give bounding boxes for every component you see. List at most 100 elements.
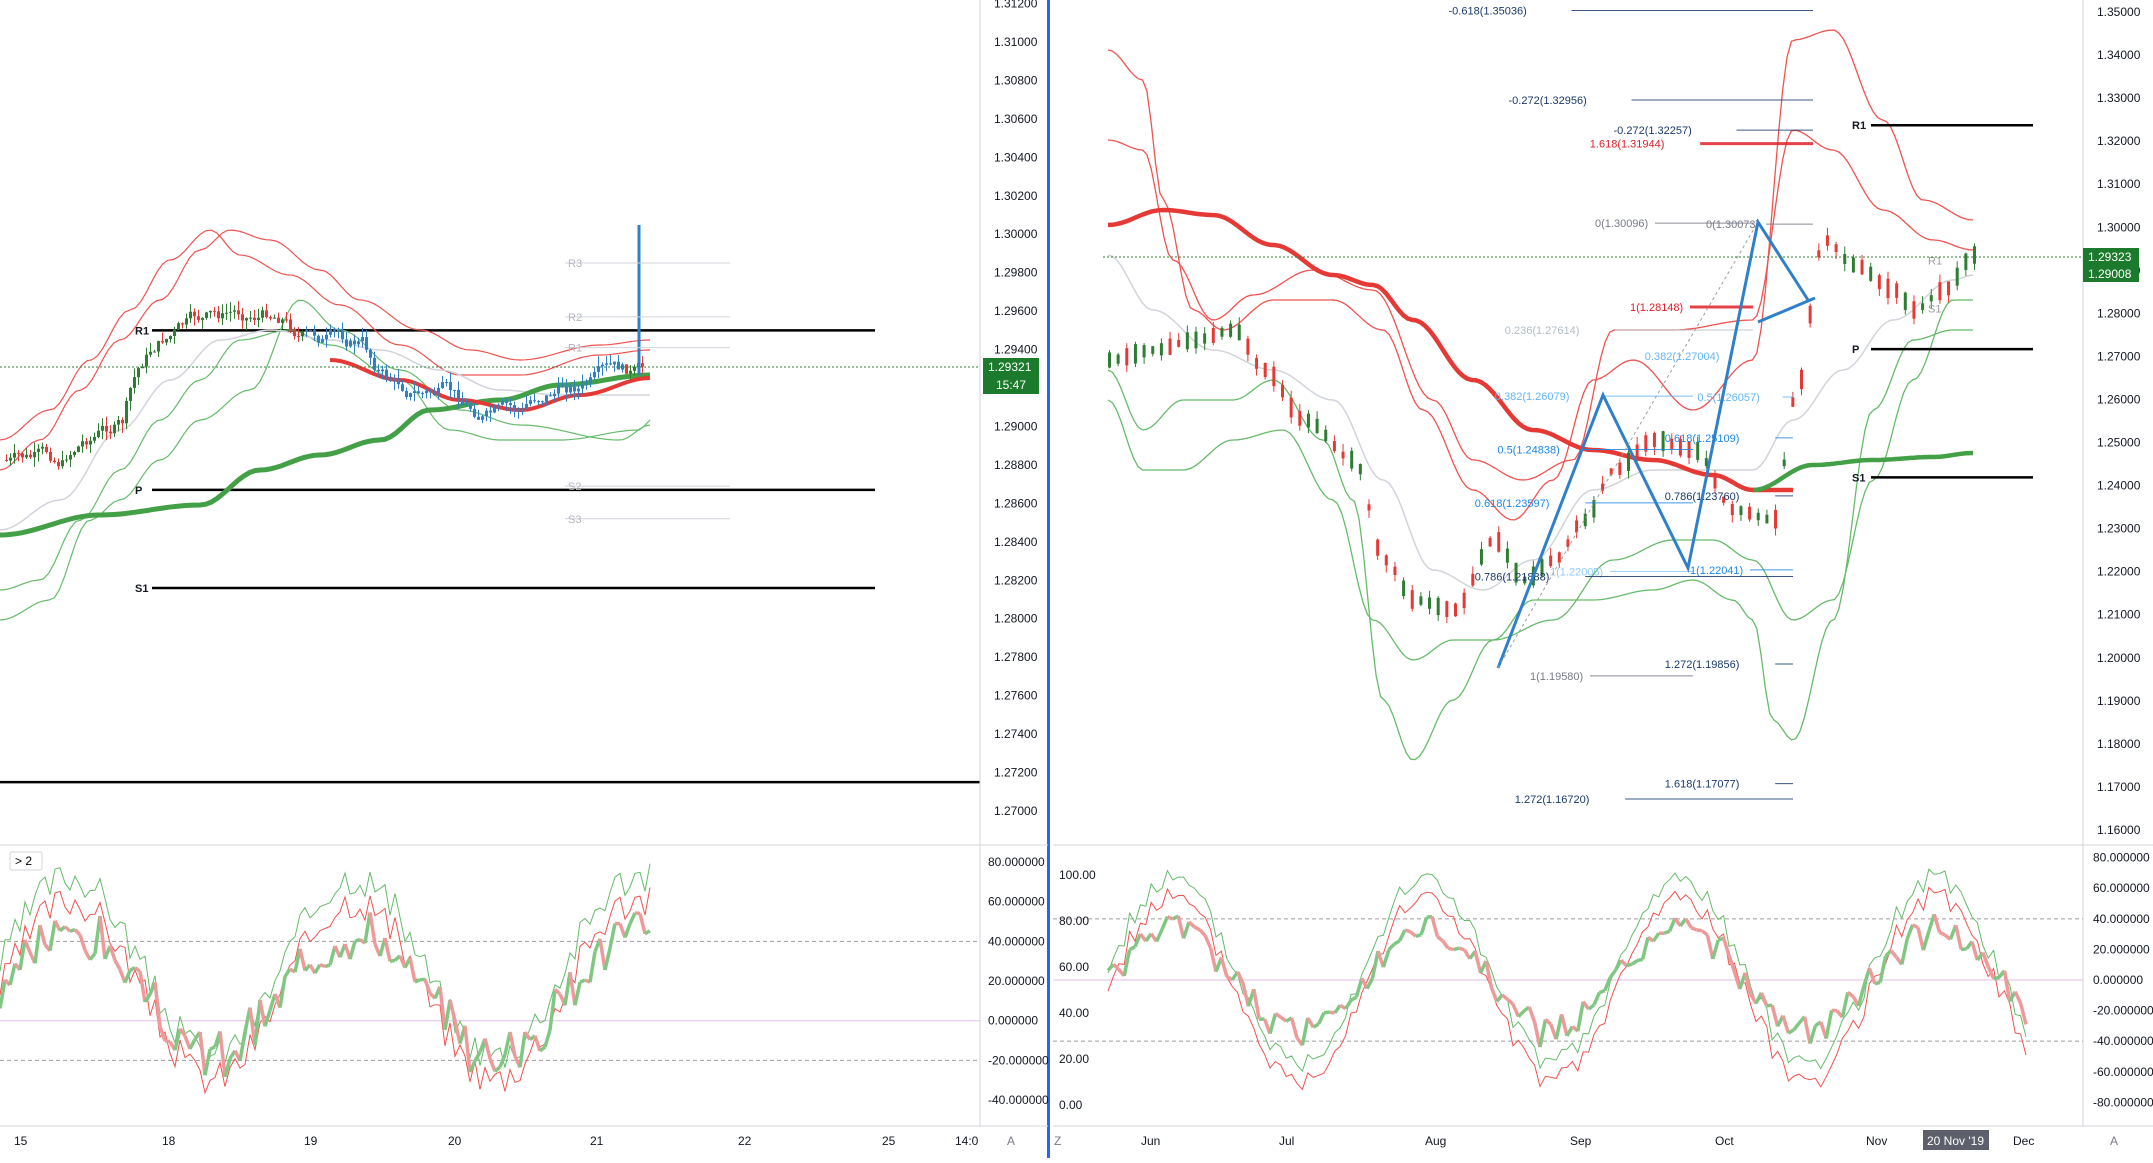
left-chart-pane[interactable]: R1PS1 R3R2R1S2S3 1.312001.310001.308001.… [0, 0, 1050, 1158]
right-osc-main [1783, 1016, 1788, 1033]
left-candle-body [289, 320, 292, 330]
right-chart-pane[interactable]: -0.618(1.35036)-0.272(1.32956)-0.272(1.3… [1053, 0, 2153, 1158]
left-time-axis[interactable]: 1518192021222514:0 [14, 1134, 979, 1148]
right-osc-right-tick: -40.000000 [2093, 1034, 2153, 1048]
left-price-axis[interactable]: 1.312001.310001.308001.306001.304001.302… [980, 0, 1038, 1126]
right-osc-main [1994, 977, 1999, 978]
left-candle-body [129, 388, 132, 401]
right-osc-main [1335, 1005, 1340, 1013]
right-candle-body [1385, 555, 1388, 565]
left-candle-body [461, 401, 464, 405]
left-osc-main [240, 1032, 245, 1061]
right-osc-main [1200, 930, 1205, 936]
right-candle-body [1117, 355, 1120, 364]
left-candle-body [245, 318, 248, 320]
right-osc-main [1389, 944, 1394, 950]
left-osc-main [175, 1029, 180, 1050]
right-osc-main [1502, 995, 1507, 999]
left-time-tick: 25 [882, 1134, 896, 1148]
left-candle-body [33, 452, 36, 457]
right-fib-label: 1(1.19580) [1530, 671, 1583, 683]
left-osc-badge[interactable]: > 2 [10, 852, 42, 870]
left-osc-main [390, 960, 395, 961]
right-osc-main [1167, 917, 1172, 919]
right-osc-axes[interactable]: 100.0080.0060.0040.0020.000.0080.0000006… [1059, 851, 2153, 1112]
left-candle-body [561, 385, 564, 387]
left-osc-main [255, 1000, 260, 1045]
left-osc-main [315, 965, 320, 974]
left-osc-axis[interactable]: 80.00000060.00000040.00000020.0000000.00… [988, 855, 1049, 1107]
left-candle-body [469, 405, 472, 409]
right-pivot-label: S1 [1852, 472, 1865, 484]
right-candle-body [1342, 452, 1345, 459]
right-fib-label: -0.618(1.35036) [1449, 5, 1527, 17]
left-candle-body [417, 391, 420, 393]
right-osc-main [1664, 931, 1669, 933]
left-osc-main [25, 940, 30, 952]
right-candle-body [1497, 532, 1500, 552]
right-fib-label: 0.382(1.27004) [1645, 351, 1720, 363]
left-time-tick: 22 [738, 1134, 752, 1148]
left-osc-main [535, 1036, 540, 1051]
left-candle-body [45, 447, 48, 452]
left-osc-main [440, 987, 445, 1030]
left-candle-body [293, 329, 296, 336]
right-osc-main [1400, 930, 1405, 941]
right-osc-main [1637, 959, 1642, 960]
left-candle-body [117, 420, 120, 425]
right-candle-body [1791, 397, 1794, 407]
right-osc-main [1162, 917, 1167, 930]
left-price-tick: 1.31000 [994, 35, 1038, 49]
left-time-axis-mode[interactable]: A [1007, 1134, 1015, 1148]
right-fib-label: 0.5(1.26057) [1697, 392, 1759, 404]
right-candle-body [1151, 346, 1154, 354]
left-candle-body [465, 405, 468, 406]
left-osc-main [200, 1032, 205, 1075]
right-osc-main [1691, 928, 1696, 930]
left-candle-body [573, 387, 576, 392]
left-chart-svg[interactable]: R1PS1 R3R2R1S2S3 1.312001.310001.308001.… [0, 0, 1050, 1158]
right-price-tick: 1.17000 [2097, 780, 2141, 794]
right-price-tick: 1.21000 [2097, 608, 2141, 622]
left-candle-body [149, 352, 152, 355]
right-zoom-button[interactable]: Z [1054, 1134, 1061, 1148]
left-candles [5, 225, 644, 470]
right-osc-main [1599, 991, 1604, 993]
right-osc-main [1972, 942, 1977, 961]
right-osc-main [1940, 932, 1945, 935]
left-candle-body [25, 455, 28, 458]
left-price-tick: 1.27200 [994, 766, 1038, 780]
left-candle-body [497, 405, 500, 408]
right-candle-body [1264, 363, 1267, 377]
left-bands [0, 230, 650, 620]
right-osc-main [1513, 1004, 1518, 1016]
left-osc-main [495, 1067, 500, 1071]
right-time-axis-mode[interactable]: A [2110, 1134, 2118, 1148]
right-candle-body [1757, 513, 1760, 521]
right-candle-body [1316, 419, 1319, 433]
right-osc-right-tick: 80.000000 [2093, 851, 2150, 865]
left-osc-main [425, 980, 430, 994]
right-time-axis[interactable]: JunJulAugSepOctNovDec [1141, 1134, 2034, 1148]
right-candle-body [1800, 370, 1803, 389]
right-candle-body [1956, 268, 1959, 286]
left-candle-body [425, 391, 428, 393]
right-chart-svg[interactable]: -0.618(1.35036)-0.272(1.32956)-0.272(1.3… [1053, 0, 2153, 1158]
left-osc-tick: -20.000000 [988, 1053, 1049, 1067]
left-candle-body [65, 460, 68, 461]
left-candle-body [577, 389, 580, 392]
right-price-tick: 1.23000 [2097, 522, 2141, 536]
left-candle-body [185, 318, 188, 324]
left-candle-body [589, 377, 592, 383]
right-osc-main [1529, 1007, 1534, 1022]
left-price-tag: 1.29321 15:47 [983, 358, 1039, 394]
left-candle-body [605, 363, 608, 364]
left-osc-tick: 20.000000 [988, 974, 1045, 988]
right-price-tick: 1.24000 [2097, 479, 2141, 493]
left-candle-body [93, 437, 96, 441]
left-time-tick: 15 [14, 1134, 28, 1148]
left-candle-body [569, 387, 572, 393]
left-candle-body [269, 317, 272, 318]
right-price-axis[interactable]: 1.350001.340001.330001.320001.310001.300… [2083, 0, 2141, 1126]
left-candle-body [489, 411, 492, 413]
